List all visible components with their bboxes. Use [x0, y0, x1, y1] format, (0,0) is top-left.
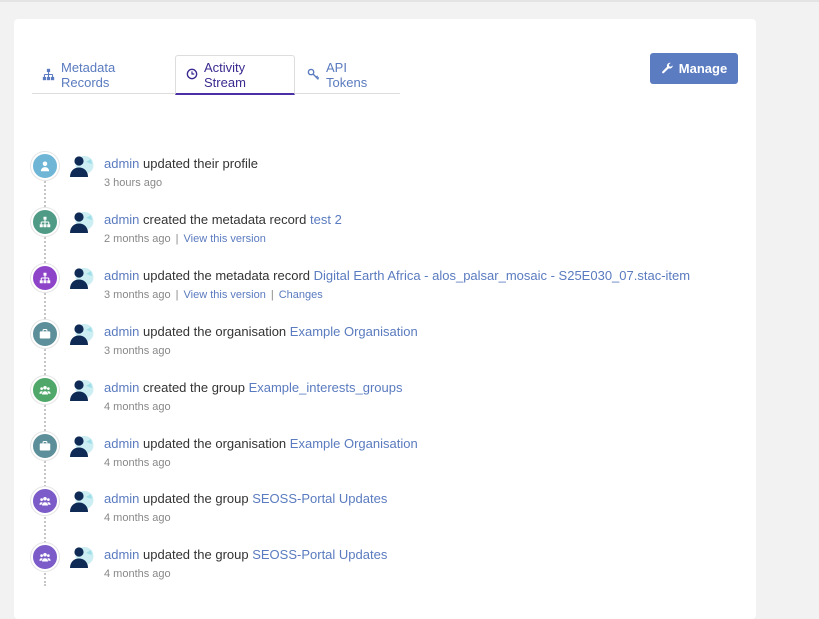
activity-meta: 4 months ago — [104, 512, 171, 524]
avatar[interactable] — [68, 376, 94, 402]
tab-label: Metadata Records — [61, 59, 116, 90]
key-icon — [307, 68, 320, 81]
sitemap-icon — [42, 68, 55, 81]
tab-activity-stream[interactable]: Activity Stream — [175, 55, 295, 95]
separator: | — [175, 288, 179, 301]
object-link[interactable]: SEOSS-Portal Updates — [252, 491, 387, 506]
avatar[interactable] — [68, 320, 94, 346]
view-version-link[interactable]: View this version — [184, 289, 266, 301]
activity-item: admin updated the group SEOSS-Portal Upd… — [31, 487, 731, 543]
activity-meta: 2 months ago | View this version — [104, 233, 266, 245]
top-bar — [0, 0, 819, 2]
activity-item: admin updated the organisation Example O… — [31, 319, 731, 376]
activity-item: admin created the group Example_interest… — [31, 375, 731, 432]
actor-link[interactable]: admin — [104, 268, 139, 283]
activity-text: admin updated the metadata record Digita… — [104, 268, 690, 283]
activity-time: 4 months ago — [104, 568, 171, 581]
activity-action: updated the organisation — [143, 435, 287, 451]
activity-time: 3 months ago — [104, 288, 171, 301]
tab-metadata-records[interactable]: Metadata Records — [32, 55, 174, 94]
actor-link[interactable]: admin — [104, 547, 139, 562]
object-link[interactable]: Example Organisation — [290, 324, 418, 339]
wrench-icon — [661, 62, 674, 75]
activity-time: 2 months ago — [104, 232, 171, 245]
sitemap-icon — [31, 263, 59, 292]
tab-bar: Metadata Records Activity Stream API Tok… — [32, 55, 400, 95]
activity-item: admin created the metadata record test 2… — [31, 207, 731, 264]
activity-action: updated the group — [143, 491, 249, 507]
activity-time: 4 months ago — [104, 456, 171, 469]
tab-api-tokens[interactable]: API Tokens — [295, 55, 399, 94]
activity-time: 3 months ago — [104, 344, 171, 357]
changes-link[interactable]: Changes — [279, 289, 323, 301]
users-icon — [31, 543, 59, 572]
activity-item: admin updated the group SEOSS-Portal Upd… — [31, 543, 731, 599]
activity-meta: 3 months ago — [104, 345, 171, 357]
avatar[interactable] — [68, 487, 94, 513]
activity-meta: 4 months ago — [104, 568, 171, 580]
actor-link[interactable]: admin — [104, 212, 139, 227]
activity-action: updated the organisation — [143, 323, 287, 339]
object-link[interactable]: test 2 — [310, 212, 342, 227]
actor-link[interactable]: admin — [104, 380, 139, 395]
activity-action: updated the group — [143, 547, 249, 563]
avatar[interactable] — [68, 208, 94, 234]
object-link[interactable]: Digital Earth Africa - alos_palsar_mosai… — [314, 268, 690, 283]
sitemap-icon — [31, 207, 59, 236]
activity-time: 4 months ago — [104, 400, 171, 413]
avatar[interactable] — [68, 152, 94, 178]
actor-link[interactable]: admin — [104, 324, 139, 339]
briefcase-icon — [31, 319, 59, 348]
activity-text: admin updated the organisation Example O… — [104, 436, 418, 451]
tab-label: API Tokens — [326, 59, 368, 90]
activity-item: admin updated the organisation Example O… — [31, 431, 731, 488]
activity-meta: 4 months ago — [104, 401, 171, 413]
avatar[interactable] — [68, 432, 94, 458]
activity-text: admin created the metadata record test 2 — [104, 212, 342, 227]
manage-label: Manage — [678, 61, 728, 76]
activity-action: updated the metadata record — [143, 267, 310, 283]
separator: | — [270, 288, 274, 301]
object-link[interactable]: SEOSS-Portal Updates — [252, 547, 387, 562]
view-version-link[interactable]: View this version — [184, 233, 266, 245]
activity-meta: 3 hours ago — [104, 177, 162, 189]
user-icon — [31, 152, 59, 180]
activity-action: created the group — [143, 379, 245, 395]
avatar[interactable] — [68, 264, 94, 290]
clock-icon — [186, 68, 198, 81]
tab-label: Activity Stream — [204, 59, 246, 90]
activity-meta: 3 months ago | View this version | Changes — [104, 289, 323, 301]
activity-text: admin created the group Example_interest… — [104, 380, 403, 395]
actor-link[interactable]: admin — [104, 491, 139, 506]
activity-action: updated their profile — [143, 156, 258, 171]
users-icon — [31, 375, 59, 404]
activity-item: admin updated the metadata record Digita… — [31, 263, 731, 320]
activity-text: admin updated their profile — [104, 156, 258, 171]
activity-text: admin updated the group SEOSS-Portal Upd… — [104, 547, 387, 562]
activity-item: admin updated their profile 3 hours ago — [31, 152, 731, 208]
activity-text: admin updated the organisation Example O… — [104, 324, 418, 339]
activity-time: 4 months ago — [104, 512, 171, 525]
users-icon — [31, 487, 59, 516]
activity-text: admin updated the group SEOSS-Portal Upd… — [104, 491, 387, 506]
activity-meta: 4 months ago — [104, 457, 171, 469]
briefcase-icon — [31, 431, 59, 460]
object-link[interactable]: Example Organisation — [290, 436, 418, 451]
object-link[interactable]: Example_interests_groups — [249, 380, 403, 395]
avatar[interactable] — [68, 543, 94, 569]
actor-link[interactable]: admin — [104, 156, 139, 171]
activity-time: 3 hours ago — [104, 177, 163, 189]
activity-action: created the metadata record — [143, 211, 307, 227]
manage-button[interactable]: Manage — [650, 53, 738, 84]
actor-link[interactable]: admin — [104, 436, 139, 451]
separator: | — [175, 232, 179, 245]
